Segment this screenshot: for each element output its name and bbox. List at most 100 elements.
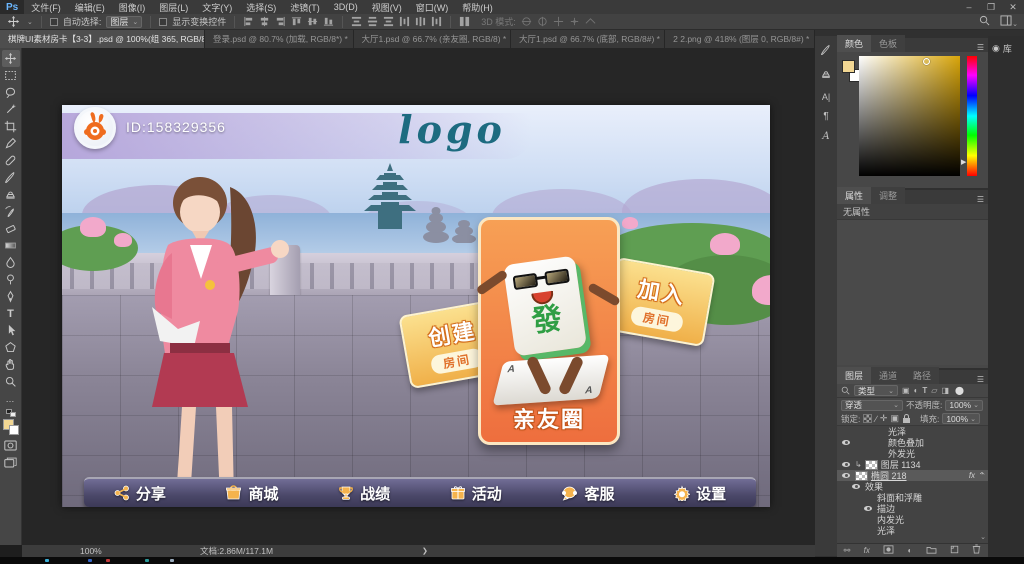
hue-slider[interactable] bbox=[967, 56, 977, 176]
tab-adjustments[interactable]: 调整 bbox=[871, 187, 905, 204]
quick-selection-tool[interactable] bbox=[2, 101, 20, 118]
tab-swatches[interactable]: 色板 bbox=[871, 35, 905, 52]
dodge-tool[interactable] bbox=[2, 271, 20, 288]
friends-circle-card[interactable]: 發 A A 亲友圈 bbox=[478, 217, 620, 445]
layer-effect-row[interactable]: 斜面和浮雕 bbox=[837, 492, 988, 503]
distribute-hcenter-icon[interactable] bbox=[415, 16, 426, 27]
status-arrow-icon[interactable]: ❯ bbox=[422, 547, 428, 555]
blend-mode-dropdown[interactable]: 穿透⌄ bbox=[841, 400, 903, 411]
zoom-level-field[interactable]: 100% bbox=[80, 546, 102, 556]
avatar[interactable] bbox=[74, 107, 116, 149]
nav-service[interactable]: 客服 bbox=[561, 483, 614, 504]
lock-pixels-icon[interactable]: ∕ bbox=[875, 414, 877, 424]
scroll-down-arrow[interactable]: ⌄ bbox=[980, 533, 986, 541]
character-panel-icon[interactable]: A| bbox=[822, 92, 830, 102]
lasso-tool[interactable] bbox=[2, 84, 20, 101]
search-icon[interactable] bbox=[979, 15, 990, 28]
menu-file[interactable]: 文件(F) bbox=[24, 0, 68, 14]
filter-pixel-icon[interactable]: ▣ bbox=[902, 386, 910, 395]
brush-tool[interactable] bbox=[2, 169, 20, 186]
tab-color[interactable]: 颜色 bbox=[837, 35, 871, 52]
visibility-eye-icon[interactable] bbox=[842, 473, 850, 478]
edit-toolbar-icon[interactable]: … bbox=[2, 390, 20, 407]
libraries-collapsed-panel[interactable]: ◉ 库 bbox=[988, 36, 1024, 556]
hand-tool[interactable] bbox=[2, 356, 20, 373]
tab-properties[interactable]: 属性 bbox=[837, 187, 871, 204]
distribute-top-icon[interactable] bbox=[351, 16, 362, 27]
filter-type-dropdown[interactable]: 类型⌄ bbox=[854, 385, 898, 396]
nav-activity[interactable]: 活动 bbox=[450, 483, 502, 504]
visibility-eye-icon[interactable] bbox=[842, 440, 850, 445]
lock-position-icon[interactable]: ✛ bbox=[880, 413, 888, 424]
menu-window[interactable]: 窗口(W) bbox=[409, 0, 456, 14]
canvas-pasteboard[interactable]: logo ID:158329356 创建 房间 加入 房间 發 bbox=[22, 48, 815, 545]
new-group-icon[interactable] bbox=[926, 545, 937, 556]
clone-source-panel-icon[interactable] bbox=[820, 68, 832, 83]
workspace-selector-icon[interactable]: ⌄ bbox=[1000, 15, 1018, 28]
layer-effect-row[interactable]: 光泽 bbox=[837, 525, 988, 536]
foreground-color-swatch[interactable] bbox=[842, 60, 855, 73]
lock-transparent-icon[interactable] bbox=[863, 414, 872, 423]
menu-edit[interactable]: 编辑(E) bbox=[68, 0, 112, 14]
align-vcenter-icon[interactable] bbox=[307, 16, 318, 27]
move-tool[interactable] bbox=[2, 50, 20, 67]
menu-type[interactable]: 文字(Y) bbox=[195, 0, 239, 14]
visibility-eye-icon[interactable] bbox=[864, 506, 872, 511]
tool-preset-caret[interactable]: ⌄ bbox=[27, 18, 33, 26]
shape-layer-thumbnail[interactable] bbox=[855, 471, 868, 481]
shape-tool[interactable] bbox=[2, 339, 20, 356]
color-gradient-field[interactable] bbox=[859, 56, 960, 176]
crop-tool[interactable] bbox=[2, 118, 20, 135]
visibility-eye-icon[interactable] bbox=[852, 484, 860, 489]
tab-close-icon[interactable]: × bbox=[814, 34, 815, 44]
layer-row[interactable]: ↳图层 1134 bbox=[837, 459, 988, 470]
align-hcenter-icon[interactable] bbox=[259, 16, 270, 27]
layer-effect-row[interactable]: 描边 bbox=[837, 503, 988, 514]
healing-brush-tool[interactable] bbox=[2, 152, 20, 169]
nav-share[interactable]: 分享 bbox=[114, 483, 166, 504]
tab-layers[interactable]: 图层 bbox=[837, 367, 871, 384]
foreground-background-swatches[interactable] bbox=[3, 419, 19, 435]
menu-view[interactable]: 视图(V) bbox=[365, 0, 409, 14]
panel-menu-icon[interactable]: ☰ bbox=[973, 195, 988, 204]
filter-shape-icon[interactable]: ▱ bbox=[931, 386, 937, 395]
clone-stamp-tool[interactable] bbox=[2, 186, 20, 203]
glyphs-panel-icon[interactable]: A bbox=[822, 131, 829, 142]
fill-dropdown[interactable]: 100%⌄ bbox=[942, 413, 980, 424]
blur-tool[interactable] bbox=[2, 254, 20, 271]
panel-menu-icon[interactable]: ☰ bbox=[973, 43, 988, 52]
tab-document-3[interactable]: 大厅1.psd @ 66.7% (亲友圈, RGB/8) *× bbox=[354, 30, 512, 48]
filter-adjustment-icon[interactable]: ◐ bbox=[914, 386, 919, 395]
align-left-icon[interactable] bbox=[243, 16, 254, 27]
distribute-bottom-icon[interactable] bbox=[383, 16, 394, 27]
hue-slider-arrow[interactable]: ▶ bbox=[961, 158, 966, 166]
menu-select[interactable]: 选择(S) bbox=[239, 0, 283, 14]
show-transform-checkbox[interactable] bbox=[159, 18, 167, 26]
eraser-tool[interactable] bbox=[2, 220, 20, 237]
lock-all-icon[interactable] bbox=[902, 414, 911, 423]
eyedropper-tool[interactable] bbox=[2, 135, 20, 152]
tab-paths[interactable]: 路径 bbox=[905, 367, 939, 384]
nav-shop[interactable]: 商城 bbox=[225, 483, 278, 504]
tab-document-active[interactable]: 棋牌UI素材房卡【3-3】.psd @ 100%(组 365, RGB/8) *… bbox=[0, 30, 205, 48]
tab-document-2[interactable]: 登录.psd @ 80.7% (加载, RGB/8*) *× bbox=[205, 30, 354, 48]
menu-layer[interactable]: 图层(L) bbox=[152, 0, 195, 14]
tab-document-5[interactable]: 2 2.png @ 418% (图层 0, RGB/8#) *× bbox=[665, 30, 815, 48]
marquee-tool[interactable] bbox=[2, 67, 20, 84]
nav-records[interactable]: 战绩 bbox=[338, 483, 390, 504]
menu-filter[interactable]: 滤镜(T) bbox=[283, 0, 327, 14]
game-ui-artwork[interactable]: logo ID:158329356 创建 房间 加入 房间 發 bbox=[62, 105, 770, 507]
paragraph-panel-icon[interactable]: ¶ bbox=[823, 111, 828, 122]
tab-channels[interactable]: 通道 bbox=[871, 367, 905, 384]
visibility-eye-icon[interactable] bbox=[842, 462, 850, 467]
close-button[interactable]: ✕ bbox=[1002, 2, 1024, 13]
layer-row-selected[interactable]: 椭圆 218fx ⌃ bbox=[837, 470, 988, 481]
zoom-tool[interactable] bbox=[2, 373, 20, 390]
brush-settings-panel-icon[interactable] bbox=[820, 44, 832, 59]
minimize-button[interactable]: – bbox=[958, 2, 980, 13]
pen-tool[interactable] bbox=[2, 288, 20, 305]
new-layer-icon[interactable] bbox=[950, 545, 959, 556]
auto-select-checkbox[interactable] bbox=[50, 18, 58, 26]
gradient-tool[interactable] bbox=[2, 237, 20, 254]
menu-image[interactable]: 图像(I) bbox=[112, 0, 153, 14]
